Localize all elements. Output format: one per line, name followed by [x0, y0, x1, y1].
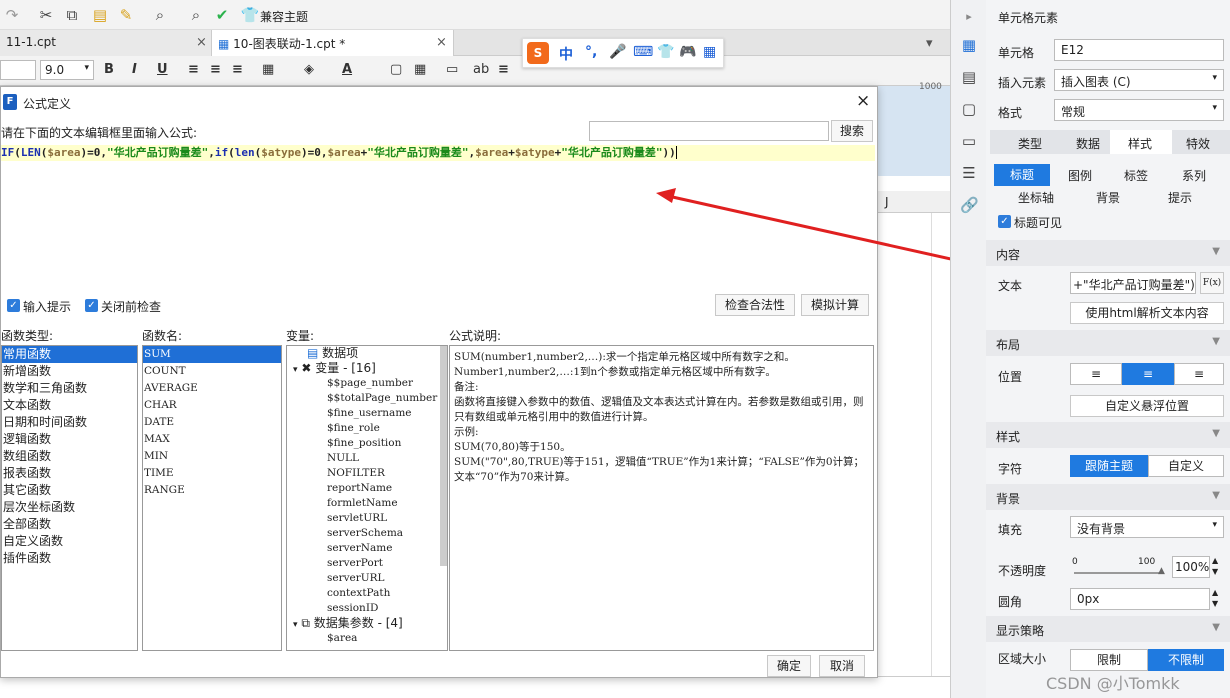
chevron-down-icon: ▾ [1212, 103, 1217, 113]
subtab-title[interactable]: 标题 [994, 164, 1050, 186]
no-limit-button[interactable]: 不限制 [1148, 649, 1224, 671]
area-size-label: 区域大小 [998, 652, 1047, 666]
title-text-field[interactable]: +"华北产品订购量差")) [1070, 272, 1196, 294]
tab-style-label: 样式 [1128, 137, 1153, 151]
section-title: 布局 [996, 338, 1021, 352]
opacity-value[interactable]: 100% [1172, 556, 1210, 578]
align-center-button[interactable]: ≡ [1122, 363, 1174, 385]
format-select[interactable]: 常规 ▾ [1054, 99, 1224, 121]
align-right-button[interactable]: ≡ [1174, 363, 1224, 385]
fill-select[interactable]: 没有背景 ▾ [1070, 516, 1224, 538]
float-element-icon[interactable]: ▢ [960, 100, 978, 118]
chevron-down-icon: ▾ [1212, 520, 1217, 530]
font-label: 字符 [998, 462, 1023, 476]
slider-handle-icon[interactable]: ▲ [1158, 566, 1165, 576]
collapse-arrow-icon[interactable]: ▸ [960, 10, 978, 28]
insert-value: 插入图表 (C) [1061, 75, 1131, 89]
radius-field[interactable]: 0px [1070, 588, 1210, 610]
opacity-min: 0 [1072, 557, 1078, 567]
widget-icon[interactable]: ▭ [960, 132, 978, 150]
formula-button[interactable]: F(x) [1200, 272, 1224, 294]
opacity-slider[interactable] [1074, 572, 1164, 574]
watermark: CSDN @小Tomkk [1046, 674, 1180, 693]
section-title: 内容 [996, 248, 1021, 262]
format-label: 格式 [998, 106, 1023, 120]
subtab-label[interactable]: 标签 [1124, 167, 1148, 184]
side-strip: ▸ ▦ ▤ ▢ ▭ ☰ 🔗 [950, 0, 986, 698]
section-title: 背景 [996, 492, 1021, 506]
radius-label: 圆角 [998, 595, 1023, 609]
layout-section[interactable]: 布局 ▼ [986, 330, 1230, 356]
fill-value: 没有背景 [1077, 522, 1126, 536]
condition-icon[interactable]: ☰ [960, 164, 978, 182]
display-section[interactable]: 显示策略 ▼ [986, 616, 1230, 642]
tab-type[interactable]: 类型 [1018, 135, 1042, 152]
property-panel: 单元格元素 单元格 E12 插入元素 插入图表 (C) ▾ 格式 常规 ▾ 类型 数… [986, 0, 1230, 698]
fill-label: 填充 [998, 523, 1023, 537]
panel-tabs: 类型 数据 样式 特效 [990, 130, 1230, 154]
tab-data[interactable]: 数据 [1076, 135, 1100, 152]
custom-float-button[interactable]: 自定义悬浮位置 [1070, 395, 1224, 417]
subtab-series[interactable]: 系列 [1182, 167, 1206, 184]
format-value: 常规 [1061, 105, 1086, 119]
custom-font-button[interactable]: 自定义 [1148, 455, 1224, 477]
style-section[interactable]: 样式 ▼ [986, 422, 1230, 448]
subtab-legend[interactable]: 图例 [1068, 167, 1092, 184]
limit-button[interactable]: 限制 [1070, 649, 1148, 671]
subtab-axis[interactable]: 坐标轴 [1018, 189, 1054, 206]
opacity-label: 不透明度 [998, 564, 1047, 578]
chevron-down-icon: ▼ [1212, 246, 1220, 257]
section-title: 显示策略 [996, 624, 1045, 638]
html-parse-button[interactable]: 使用html解析文本内容 [1070, 302, 1224, 324]
cell-field[interactable]: E12 [1054, 39, 1224, 61]
link-icon[interactable]: 🔗 [960, 196, 979, 214]
chevron-down-icon: ▼ [1212, 428, 1220, 439]
position-label: 位置 [998, 370, 1023, 384]
tab-effect[interactable]: 特效 [1186, 135, 1210, 152]
align-left-button[interactable]: ≡ [1070, 363, 1122, 385]
tab-style[interactable]: 样式 [1110, 130, 1172, 154]
chevron-down-icon: ▼ [1212, 336, 1220, 347]
opacity-max: 100 [1138, 557, 1156, 567]
content-section[interactable]: 内容 ▼ [986, 240, 1230, 266]
insert-element-select[interactable]: 插入图表 (C) ▾ [1054, 69, 1224, 91]
subtab-tooltip[interactable]: 提示 [1168, 189, 1192, 206]
title-visible-label: 标题可见 [1014, 216, 1063, 230]
cell-element-icon[interactable]: ▦ [960, 36, 978, 54]
chevron-down-icon: ▼ [1212, 622, 1220, 633]
cell-label: 单元格 [998, 46, 1035, 60]
cell-attr-icon[interactable]: ▤ [960, 68, 978, 86]
opacity-spinner-icon[interactable]: ▲ ▼ [1212, 555, 1218, 577]
title-visible-checkbox[interactable]: ✓ [998, 215, 1011, 228]
follow-theme-button[interactable]: 跟随主题 [1070, 455, 1148, 477]
insert-label: 插入元素 [998, 76, 1047, 90]
chevron-down-icon: ▼ [1212, 490, 1220, 501]
text-label: 文本 [998, 279, 1023, 293]
radius-spinner-icon[interactable]: ▲ ▼ [1212, 587, 1218, 609]
section-title: 样式 [996, 430, 1021, 444]
subtab-background[interactable]: 背景 [1096, 189, 1120, 206]
panel-header: 单元格元素 [998, 11, 1059, 25]
chevron-down-icon: ▾ [1212, 73, 1217, 83]
background-section[interactable]: 背景 ▼ [986, 484, 1230, 510]
